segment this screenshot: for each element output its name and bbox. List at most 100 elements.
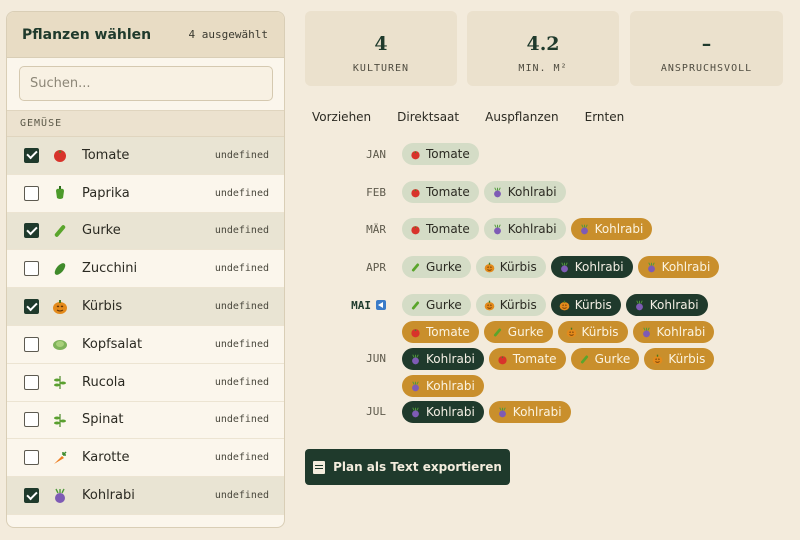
tomato-icon — [52, 147, 68, 163]
crop-chip[interactable]: Kürbis — [550, 294, 621, 316]
month-chips: Tomate — [402, 143, 787, 165]
legend: Vorziehen Direktsaat Auspflanzen Ernten — [312, 110, 624, 124]
crop-chip[interactable]: Tomate — [402, 218, 479, 240]
crop-chip[interactable]: Kohlrabi — [488, 401, 571, 423]
crop-chip[interactable]: Kohlrabi — [402, 401, 484, 423]
plant-row[interactable]: Zucchini undefined — [7, 250, 284, 289]
month-label: JUN — [310, 352, 386, 365]
pumpkin-icon — [559, 300, 570, 311]
plant-row[interactable]: Kohlrabi undefined — [7, 477, 284, 515]
plant-name: Rucola — [82, 374, 126, 390]
plant-name: Kürbis — [82, 299, 123, 315]
plant-meta: undefined — [214, 187, 269, 199]
crop-chip[interactable]: Kohlrabi — [570, 218, 653, 240]
month-chips: Gurke Kürbis Kürbis Kohlrabi Tomate Gurke Kürb… — [402, 294, 787, 343]
crop-chip-label: Gurke — [426, 260, 462, 274]
month-chips: Kohlrabi Tomate Gurke Kürbis Kohlrabi — [402, 348, 787, 397]
month-name: JUL — [366, 405, 386, 418]
crop-chip[interactable]: Gurke — [402, 294, 471, 316]
kohlrabi-icon — [410, 406, 421, 418]
crop-chip-label: Kohlrabi — [661, 260, 711, 274]
crop-chip[interactable]: Kohlrabi — [402, 348, 484, 370]
tomato-icon — [497, 354, 508, 365]
panel-title: Pflanzen wählen — [22, 26, 152, 43]
kohlrabi-icon — [492, 223, 503, 235]
plant-checkbox[interactable] — [24, 185, 39, 201]
plant-checkbox[interactable] — [24, 223, 39, 239]
plant-checkbox[interactable] — [24, 450, 39, 466]
plant-checkbox[interactable] — [24, 488, 39, 504]
plant-checkbox[interactable] — [24, 147, 39, 163]
plant-name: Paprika — [82, 185, 130, 201]
pumpkin-icon — [566, 327, 577, 338]
plant-row[interactable]: Gurke undefined — [7, 212, 284, 251]
crop-chip[interactable]: Gurke — [570, 348, 640, 370]
stat-min-area: 4.2 MIN. M² — [467, 11, 619, 86]
crop-chip-label: Gurke — [507, 325, 544, 339]
crop-chip[interactable]: Kürbis — [557, 321, 628, 343]
month-name: JAN — [366, 148, 386, 161]
crop-chip-label: Kohlrabi — [574, 260, 624, 274]
plant-checkbox[interactable] — [24, 374, 39, 390]
crop-chip[interactable]: Kohlrabi — [550, 256, 633, 278]
plant-row[interactable]: Kopfsalat undefined — [7, 326, 284, 364]
crop-chip-label: Kohlrabi — [594, 222, 644, 236]
crop-chip[interactable]: Tomate — [402, 321, 479, 343]
plant-checkbox[interactable] — [24, 261, 39, 277]
crop-chip[interactable]: Tomate — [402, 143, 479, 165]
export-plan-button[interactable]: Plan als Text exportieren — [305, 449, 510, 485]
plant-meta: undefined — [214, 338, 269, 350]
legend-transplant: Auspflanzen — [485, 110, 559, 124]
plant-checkbox[interactable] — [24, 336, 39, 352]
crop-chip-label: Gurke — [594, 352, 631, 366]
stat-label: KULTUREN — [352, 63, 410, 74]
plant-row[interactable]: Rucola undefined — [7, 364, 284, 402]
crop-chip[interactable]: Kohlrabi — [483, 181, 566, 203]
plant-row[interactable]: Tomate undefined — [7, 137, 284, 175]
cucumber-icon — [492, 327, 503, 338]
plant-meta: undefined — [214, 301, 269, 313]
crop-chip-label: Gurke — [426, 298, 462, 312]
crop-chip-label: Kohlrabi — [507, 222, 557, 236]
legend-harvest: Ernten — [584, 110, 625, 124]
crop-chip[interactable]: Kürbis — [475, 256, 546, 278]
plant-name: Spinat — [82, 412, 124, 428]
plant-row[interactable]: Kürbis undefined — [7, 288, 284, 326]
kohlrabi-icon — [641, 326, 652, 338]
crop-chip-label: Kohlrabi — [426, 379, 475, 393]
search-input[interactable] — [19, 66, 273, 101]
group-label: GEMÜSE — [7, 110, 284, 137]
kohlrabi-icon — [579, 223, 590, 235]
plant-row[interactable]: Karotte undefined — [7, 439, 284, 478]
plant-checkbox[interactable] — [24, 299, 39, 315]
crop-chip-label: Kohlrabi — [507, 185, 557, 199]
crop-chip[interactable]: Gurke — [483, 321, 553, 343]
crop-chip[interactable]: Kohlrabi — [637, 256, 720, 278]
kohlrabi-icon — [646, 261, 657, 273]
plant-row[interactable]: Paprika undefined — [7, 175, 284, 213]
kohlrabi-icon — [559, 261, 570, 273]
plant-row[interactable]: Spinat undefined — [7, 402, 284, 440]
kohlrabi-icon — [492, 186, 503, 198]
crop-chip[interactable]: Tomate — [402, 181, 479, 203]
pumpkin-icon — [652, 354, 663, 365]
cucumber-icon — [410, 300, 421, 311]
plant-meta: undefined — [214, 376, 269, 388]
crop-chip-label: Kürbis — [574, 298, 612, 312]
kohlrabi-icon — [634, 299, 645, 311]
crop-chip[interactable]: Kohlrabi — [632, 321, 715, 343]
crop-chip[interactable]: Tomate — [488, 348, 566, 370]
crop-chip[interactable]: Gurke — [402, 256, 471, 278]
crop-chip-label: Kohlrabi — [512, 405, 562, 419]
carrot-icon — [52, 450, 68, 466]
crop-chip-label: Kohlrabi — [426, 352, 475, 366]
month-name: MAI — [351, 299, 371, 312]
plant-checkbox[interactable] — [24, 412, 39, 428]
crop-chip[interactable]: Kohlrabi — [625, 294, 708, 316]
crop-chip[interactable]: Kohlrabi — [483, 218, 566, 240]
plant-name: Tomate — [82, 147, 130, 163]
crop-chip[interactable]: Kohlrabi — [402, 375, 484, 397]
crop-chip[interactable]: Kürbis — [475, 294, 546, 316]
tomato-icon — [410, 149, 421, 160]
crop-chip[interactable]: Kürbis — [644, 348, 715, 370]
